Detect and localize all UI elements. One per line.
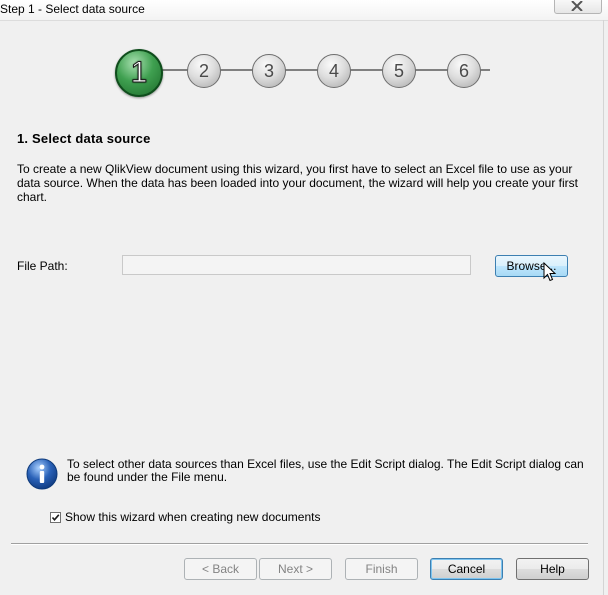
file-path-label: File Path: <box>17 259 68 273</box>
help-button[interactable]: Help <box>516 558 589 580</box>
info-icon <box>26 458 58 490</box>
next-button[interactable]: Next > <box>259 558 332 580</box>
file-path-input[interactable] <box>122 255 471 275</box>
description-text: To create a new QlikView document using … <box>17 162 578 204</box>
step-1-number: 1 <box>130 56 148 90</box>
checkmark-icon <box>51 513 60 521</box>
mouse-cursor-icon <box>543 262 557 282</box>
cancel-button[interactable]: Cancel <box>430 558 503 580</box>
show-wizard-label: Show this wizard when creating new docum… <box>65 510 321 524</box>
close-icon <box>571 1 583 11</box>
browse-button[interactable]: Browse... <box>495 255 568 277</box>
step-2: 2 <box>187 54 221 88</box>
step-6-number: 6 <box>458 60 469 81</box>
finish-button[interactable]: Finish <box>345 558 418 580</box>
step-4: 4 <box>317 54 351 88</box>
title-bar: Step 1 - Select data source <box>0 0 608 21</box>
info-text: To select other data sources than Excel … <box>67 457 584 484</box>
step-2-number: 2 <box>198 60 209 81</box>
show-wizard-checkbox[interactable] <box>50 511 61 523</box>
step-4-number: 4 <box>328 60 339 81</box>
step-6: 6 <box>447 54 481 88</box>
step-3: 3 <box>252 54 286 88</box>
button-bar-separator <box>11 543 588 545</box>
close-button[interactable] <box>554 0 602 14</box>
window-frame-edge <box>603 20 604 595</box>
window-title: Step 1 - Select data source <box>0 2 145 16</box>
step-1-active: 1 <box>115 49 163 97</box>
step-5: 5 <box>382 54 416 88</box>
back-button[interactable]: < Back <box>184 558 257 580</box>
step-5-number: 5 <box>393 60 404 81</box>
step-3-number: 3 <box>263 60 274 81</box>
show-wizard-option[interactable]: Show this wizard when creating new docum… <box>50 510 320 524</box>
page-title: 1. Select data source <box>17 131 151 146</box>
